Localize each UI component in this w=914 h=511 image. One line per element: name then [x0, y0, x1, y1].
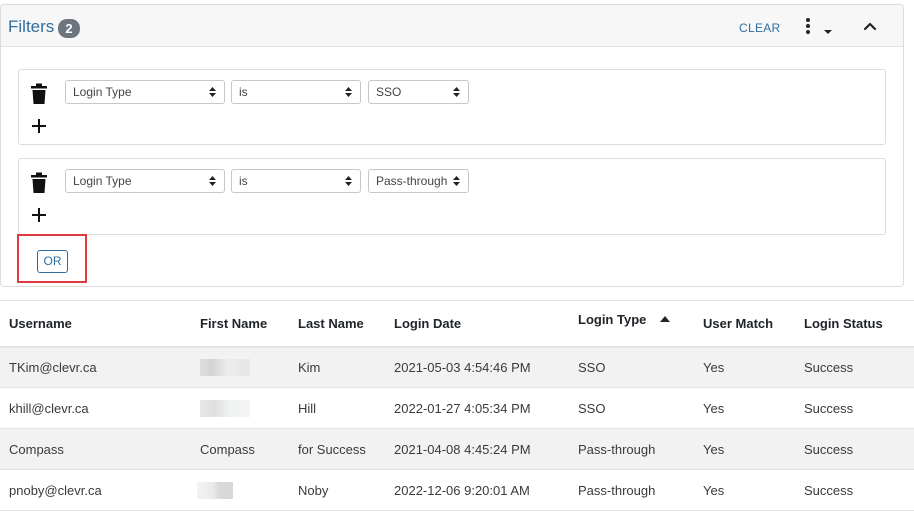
- table-row[interactable]: Compass Compass for Success 2021-04-08 4…: [0, 428, 914, 470]
- cell-username: TKim@clevr.ca: [0, 346, 191, 388]
- cell-username: pnoby@clevr.ca: [0, 469, 191, 511]
- or-highlight: OR: [17, 234, 87, 283]
- cell-login-date: 2022-12-06 9:20:01 AM: [385, 469, 569, 511]
- cell-login-type: SSO: [569, 387, 694, 429]
- filter-operator-value: is: [239, 85, 248, 99]
- cell-first-name: [191, 387, 289, 429]
- sort-ascending-icon: [660, 315, 671, 322]
- filter-field-select[interactable]: Login Type: [65, 169, 225, 193]
- filters-header: Filters 2 CLEAR: [1, 5, 903, 47]
- clear-filters-link[interactable]: CLEAR: [739, 21, 781, 35]
- table-row[interactable]: TKim@clevr.ca Kim 2021-05-03 4:54:46 PM …: [0, 346, 914, 388]
- column-header-login-type[interactable]: Login Type: [569, 300, 694, 348]
- filters-panel: Filters 2 CLEAR Login Type is SSO Login …: [0, 4, 904, 287]
- cell-login-type: Pass-through: [569, 469, 694, 511]
- delete-filter-button[interactable]: [30, 172, 48, 194]
- or-button[interactable]: OR: [37, 250, 68, 273]
- filter-operator-select[interactable]: is: [231, 80, 361, 104]
- cell-first-name: Compass: [191, 428, 289, 470]
- add-condition-button[interactable]: [30, 117, 48, 135]
- login-history-table: Username First Name Last Name Login Date…: [0, 300, 914, 511]
- table-header-row: Username First Name Last Name Login Date…: [0, 300, 914, 348]
- cell-last-name: Noby: [289, 469, 385, 511]
- select-arrows-icon: [453, 87, 460, 97]
- filter-value-select[interactable]: Pass-through: [368, 169, 469, 193]
- column-header-last-name[interactable]: Last Name: [289, 300, 385, 348]
- cell-login-type: Pass-through: [569, 428, 694, 470]
- more-options-button[interactable]: [801, 16, 837, 40]
- collapse-button[interactable]: [859, 16, 881, 38]
- cell-last-name: for Success: [289, 428, 385, 470]
- filter-operator-value: is: [239, 174, 248, 188]
- cell-last-name: Kim: [289, 346, 385, 388]
- column-header-user-match[interactable]: User Match: [694, 300, 795, 348]
- column-header-first-name[interactable]: First Name: [191, 300, 289, 348]
- cell-login-type: SSO: [569, 346, 694, 388]
- chevron-up-icon: [863, 22, 877, 31]
- filter-value-select[interactable]: SSO: [368, 80, 469, 104]
- cell-username: Compass: [0, 428, 191, 470]
- trash-icon: [31, 83, 47, 104]
- select-arrows-icon: [209, 176, 216, 186]
- filter-operator-select[interactable]: is: [231, 169, 361, 193]
- select-arrows-icon: [453, 176, 460, 186]
- filters-count-badge: 2: [58, 19, 80, 38]
- filter-group: Login Type is SSO: [18, 69, 886, 145]
- filter-value-value: Pass-through: [376, 174, 448, 188]
- cell-user-match: Yes: [694, 469, 795, 511]
- filter-value-value: SSO: [376, 85, 402, 99]
- column-header-login-status[interactable]: Login Status: [795, 300, 914, 348]
- filters-title: Filters: [8, 17, 55, 36]
- kebab-icon: [806, 18, 832, 34]
- column-header-username[interactable]: Username: [0, 300, 191, 348]
- plus-icon: [32, 119, 46, 133]
- add-condition-button[interactable]: [30, 206, 48, 224]
- filter-group: Login Type is Pass-through: [18, 158, 886, 235]
- cell-login-date: 2022-01-27 4:05:34 PM: [385, 387, 569, 429]
- table-row[interactable]: pnoby@clevr.ca Noby 2022-12-06 9:20:01 A…: [0, 469, 914, 511]
- cell-login-status: Success: [795, 428, 914, 470]
- plus-icon: [32, 208, 46, 222]
- redacted-first-name: [197, 481, 233, 499]
- cell-login-status: Success: [795, 469, 914, 511]
- cell-user-match: Yes: [694, 346, 795, 388]
- delete-filter-button[interactable]: [30, 83, 48, 105]
- filter-field-select[interactable]: Login Type: [65, 80, 225, 104]
- column-header-login-type-label: Login Type: [578, 311, 647, 327]
- column-header-login-date[interactable]: Login Date: [385, 300, 569, 348]
- cell-user-match: Yes: [694, 387, 795, 429]
- cell-first-name: [191, 469, 289, 511]
- select-arrows-icon: [345, 87, 352, 97]
- cell-first-name: [191, 346, 289, 388]
- select-arrows-icon: [345, 176, 352, 186]
- filter-field-value: Login Type: [73, 174, 132, 188]
- select-arrows-icon: [209, 87, 216, 97]
- filter-field-value: Login Type: [73, 85, 132, 99]
- table-row[interactable]: khill@clevr.ca Hill 2022-01-27 4:05:34 P…: [0, 387, 914, 429]
- cell-username: khill@clevr.ca: [0, 387, 191, 429]
- redacted-first-name: [200, 399, 250, 417]
- cell-login-status: Success: [795, 387, 914, 429]
- cell-user-match: Yes: [694, 428, 795, 470]
- redacted-first-name: [200, 358, 250, 376]
- cell-login-date: 2021-05-03 4:54:46 PM: [385, 346, 569, 388]
- trash-icon: [31, 172, 47, 193]
- cell-login-date: 2021-04-08 4:45:24 PM: [385, 428, 569, 470]
- cell-last-name: Hill: [289, 387, 385, 429]
- cell-login-status: Success: [795, 346, 914, 388]
